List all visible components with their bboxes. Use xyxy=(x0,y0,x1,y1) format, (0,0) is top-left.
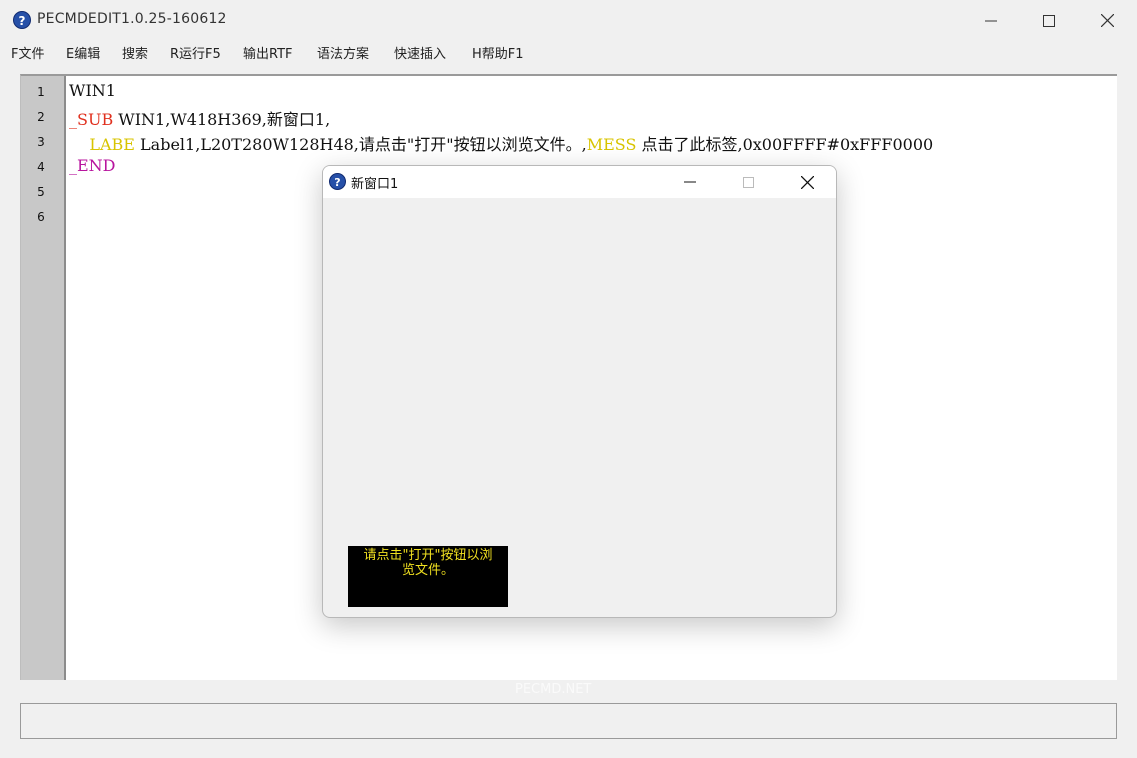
line-number: 4 xyxy=(37,160,45,174)
line-number: 1 xyxy=(37,85,45,99)
child-maximize-button xyxy=(719,166,777,198)
minimize-button[interactable] xyxy=(962,0,1020,41)
line-number-gutter: 1 2 3 4 5 6 xyxy=(21,76,66,680)
watermark: PECMD.NET xyxy=(515,682,592,697)
line-number: 2 xyxy=(37,110,45,124)
line-number: 6 xyxy=(37,210,45,224)
close-button[interactable] xyxy=(1078,0,1136,41)
keyword-end: _END xyxy=(69,156,116,175)
label-text-line-1: 请点击"打开"按钮以浏 xyxy=(363,548,493,563)
code-line-2[interactable]: _SUB WIN1,W418H369,新窗口1, xyxy=(69,106,330,130)
help-question-icon: ? xyxy=(329,173,346,190)
child-title-bar[interactable]: ? 新窗口1 xyxy=(323,166,836,198)
title-bar[interactable]: ? PECMDEDIT1.0.25-160612 xyxy=(0,0,1137,41)
menu-help[interactable]: H帮助F1 xyxy=(472,43,524,62)
keyword-mess: MESS xyxy=(586,135,637,154)
code-text: WIN1 xyxy=(69,81,116,100)
keyword-sub: _SUB xyxy=(69,110,114,129)
menu-export-rtf[interactable]: 输出RTF xyxy=(243,43,293,62)
child-minimize-button[interactable] xyxy=(661,166,719,198)
code-text: WIN1,W418H369,新窗口1, xyxy=(113,110,331,129)
code-line-1[interactable]: WIN1 xyxy=(69,81,116,100)
menu-edit[interactable]: E编辑 xyxy=(66,43,100,62)
maximize-icon xyxy=(742,176,754,188)
code-text: 点击了此标签,0x00FFFF#0xFFF0000 xyxy=(636,135,934,154)
label1[interactable]: 请点击"打开"按钮以浏 览文件。 xyxy=(348,546,508,607)
child-window-title: 新窗口1 xyxy=(351,177,399,192)
menu-syntax-scheme[interactable]: 语法方案 xyxy=(317,43,369,62)
line-number: 5 xyxy=(37,185,45,199)
keyword-labe: LABE xyxy=(89,135,135,154)
maximize-button[interactable] xyxy=(1020,0,1078,41)
line-number: 3 xyxy=(37,135,45,149)
menu-file[interactable]: F文件 xyxy=(11,43,44,62)
code-line-4[interactable]: _END xyxy=(69,156,116,175)
child-window[interactable]: ? 新窗口1 请点击"打开"按钮以浏 览文件。 xyxy=(322,165,837,618)
code-line-3[interactable]: LABE Label1,L20T280W128H48,请点击"打开"按钮以浏览文… xyxy=(69,131,933,155)
minimize-icon xyxy=(684,181,696,183)
close-icon xyxy=(800,175,814,189)
close-icon xyxy=(1100,14,1114,27)
window-title: PECMDEDIT1.0.25-160612 xyxy=(37,11,227,27)
menu-bar: F文件 E编辑 搜索 R运行F5 输出RTF 语法方案 快速插入 H帮助F1 xyxy=(0,41,1137,63)
menu-run[interactable]: R运行F5 xyxy=(170,43,221,62)
status-bar xyxy=(20,703,1117,739)
child-close-button[interactable] xyxy=(778,166,836,198)
code-text: Label1,L20T280W128H48,请点击"打开"按钮以浏览文件。, xyxy=(134,135,587,154)
menu-search[interactable]: 搜索 xyxy=(122,43,148,62)
help-question-icon: ? xyxy=(13,11,31,29)
maximize-icon xyxy=(1043,14,1055,27)
minimize-icon xyxy=(985,20,997,21)
menu-quick-insert[interactable]: 快速插入 xyxy=(394,43,446,62)
label-text-line-2: 览文件。 xyxy=(401,563,454,578)
